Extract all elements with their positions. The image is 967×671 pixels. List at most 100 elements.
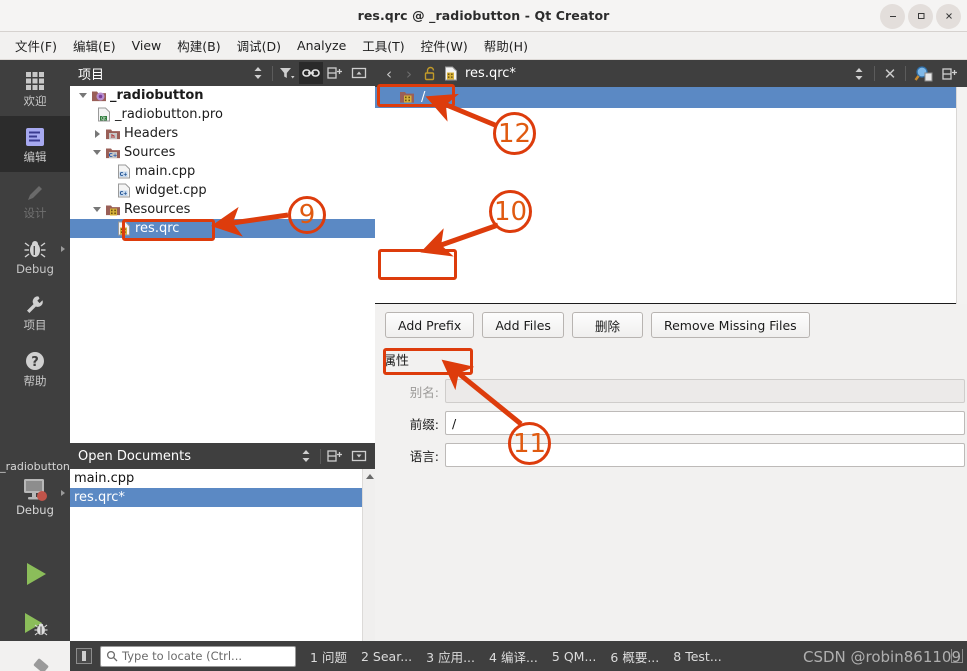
close-editor-button[interactable]: ✕ [880,65,900,83]
project-icon [90,89,108,103]
menu-build[interactable]: 构建(B) [170,33,227,58]
tree-row-headers[interactable]: h Headers [70,124,375,143]
menu-widgets[interactable]: 控件(W) [414,33,475,58]
build-button[interactable] [0,650,70,671]
kit-selector[interactable]: _radiobutton Debug [0,460,70,540]
open-documents-scrollbar[interactable] [362,469,375,641]
window-title: res.qrc @ _radiobutton - Qt Creator [357,8,610,23]
minimize-button[interactable] [880,3,905,29]
kit-project-name: _radiobutton [0,460,70,473]
docs-sync-selector-button[interactable] [294,445,318,467]
add-files-button[interactable]: Add Files [482,312,564,338]
status-tab-search[interactable]: 2 Sear... [361,649,412,664]
status-tab-application-output[interactable]: 3 应用... [426,647,475,666]
link-with-editor-button[interactable] [299,62,323,84]
menu-help[interactable]: 帮助(H) [477,33,535,58]
mode-edit[interactable]: 编辑 [0,116,70,172]
sync-selector-button[interactable] [246,62,270,84]
mode-help[interactable]: ? 帮助 [0,340,70,396]
scroll-up-icon [365,473,374,479]
document-item-main-cpp[interactable]: main.cpp [70,469,375,488]
status-tab-label: 应用... [438,649,475,665]
close-button[interactable] [936,3,961,29]
status-tab-label: QM... [563,648,597,664]
alias-field[interactable] [445,379,965,403]
status-tab-test-results[interactable]: 8 Test... [673,649,722,664]
menu-debug[interactable]: 调试(D) [230,33,288,58]
status-tab-compile-output[interactable]: 4 编译... [489,647,538,666]
docs-collapse-button[interactable] [347,445,371,467]
split-panel-button[interactable] [323,62,347,84]
expand-toggle[interactable] [76,93,90,98]
wrench-icon [24,293,46,317]
svg-text:h: h [111,134,115,140]
toolbar-separator [272,65,273,81]
resource-tree-scrollbar[interactable] [956,87,967,304]
svg-text:C+: C+ [120,172,128,178]
status-tab-number: 6 [610,649,619,665]
resource-tree[interactable]: / [375,87,967,304]
find-icon[interactable] [911,65,937,83]
tree-label: main.cpp [135,164,196,179]
tree-row-widget-cpp[interactable]: C+ widget.cpp [70,181,375,200]
up-down-arrows-icon [254,67,262,79]
magnifier-icon [106,650,118,662]
alias-label: 别名: [409,384,439,400]
docs-split-button[interactable] [323,445,347,467]
mode-design[interactable]: 设计 [0,172,70,228]
resize-grip[interactable] [951,649,963,663]
tree-row-project[interactable]: _radiobutton [70,86,375,105]
status-tab-issues[interactable]: 1 问题 [310,647,347,666]
unlock-icon[interactable] [419,66,441,81]
expand-toggle[interactable] [90,129,104,138]
kit-label: Debug [16,503,54,517]
menu-tools[interactable]: 工具(T) [355,33,411,58]
remove-button[interactable]: 删除 [571,312,643,338]
up-down-arrows-icon [302,450,310,462]
maximize-button[interactable] [908,3,933,29]
add-prefix-button[interactable]: Add Prefix [385,312,475,338]
tree-row-pro-file[interactable]: Qt _radiobutton.pro [70,105,375,124]
menu-analyze[interactable]: Analyze [290,35,353,56]
mode-help-label: 帮助 [23,373,47,388]
question-icon: ? [24,349,46,373]
split-editor-button[interactable] [937,67,963,81]
remove-missing-files-button[interactable]: Remove Missing Files [650,312,810,338]
kit-chevron-right-icon [61,490,65,496]
menu-edit[interactable]: 编辑(E) [66,33,123,58]
project-tree[interactable]: _radiobutton Qt _radiobutton.pro h Heade… [70,86,375,443]
annotation-box-prefix-row [377,84,455,107]
mode-debug[interactable]: Debug [0,228,70,284]
annotation-circle-11: 11 [508,422,551,465]
collapse-panel-button[interactable] [347,62,371,84]
tree-row-res-qrc[interactable]: res.qrc [70,219,375,238]
sidebar-toggle-button[interactable] [76,648,92,664]
menu-file[interactable]: 文件(F) [8,33,64,58]
status-tab-number: 1 [310,649,318,665]
tree-row-main-cpp[interactable]: C+ main.cpp [70,162,375,181]
open-documents-list[interactable]: main.cpp res.qrc* [70,469,375,641]
mode-projects[interactable]: 项目 [0,284,70,340]
tree-row-resources[interactable]: Resources [70,200,375,219]
filter-button[interactable] [275,62,299,84]
mode-welcome[interactable]: 欢迎 [0,60,70,116]
menu-bar: 文件(F) 编辑(E) View 构建(B) 调试(D) Analyze 工具(… [0,32,967,60]
mode-projects-label: 项目 [23,317,47,332]
expand-toggle[interactable] [90,150,104,155]
menu-view[interactable]: View [125,35,169,56]
locator-input[interactable]: Type to locate (Ctrl... [100,645,296,667]
collapse-icon [351,67,367,79]
document-item-res-qrc[interactable]: res.qrc* [70,488,375,507]
tree-row-sources[interactable]: C+ Sources [70,143,375,162]
status-tab-qml[interactable]: 5 QM... [552,649,597,664]
debug-run-button[interactable] [0,600,70,648]
run-button[interactable] [0,550,70,598]
annotation-number: 10 [493,196,528,227]
navigate-forward-button[interactable]: › [399,65,419,83]
expand-toggle[interactable] [90,207,104,212]
editor-filename[interactable]: res.qrc* [465,66,516,81]
resource-prefix-row[interactable]: / [375,87,967,108]
editor-selector-button[interactable] [849,67,869,81]
navigate-back-button[interactable]: ‹ [379,65,399,83]
status-tab-overview[interactable]: 6 概要... [610,647,659,666]
